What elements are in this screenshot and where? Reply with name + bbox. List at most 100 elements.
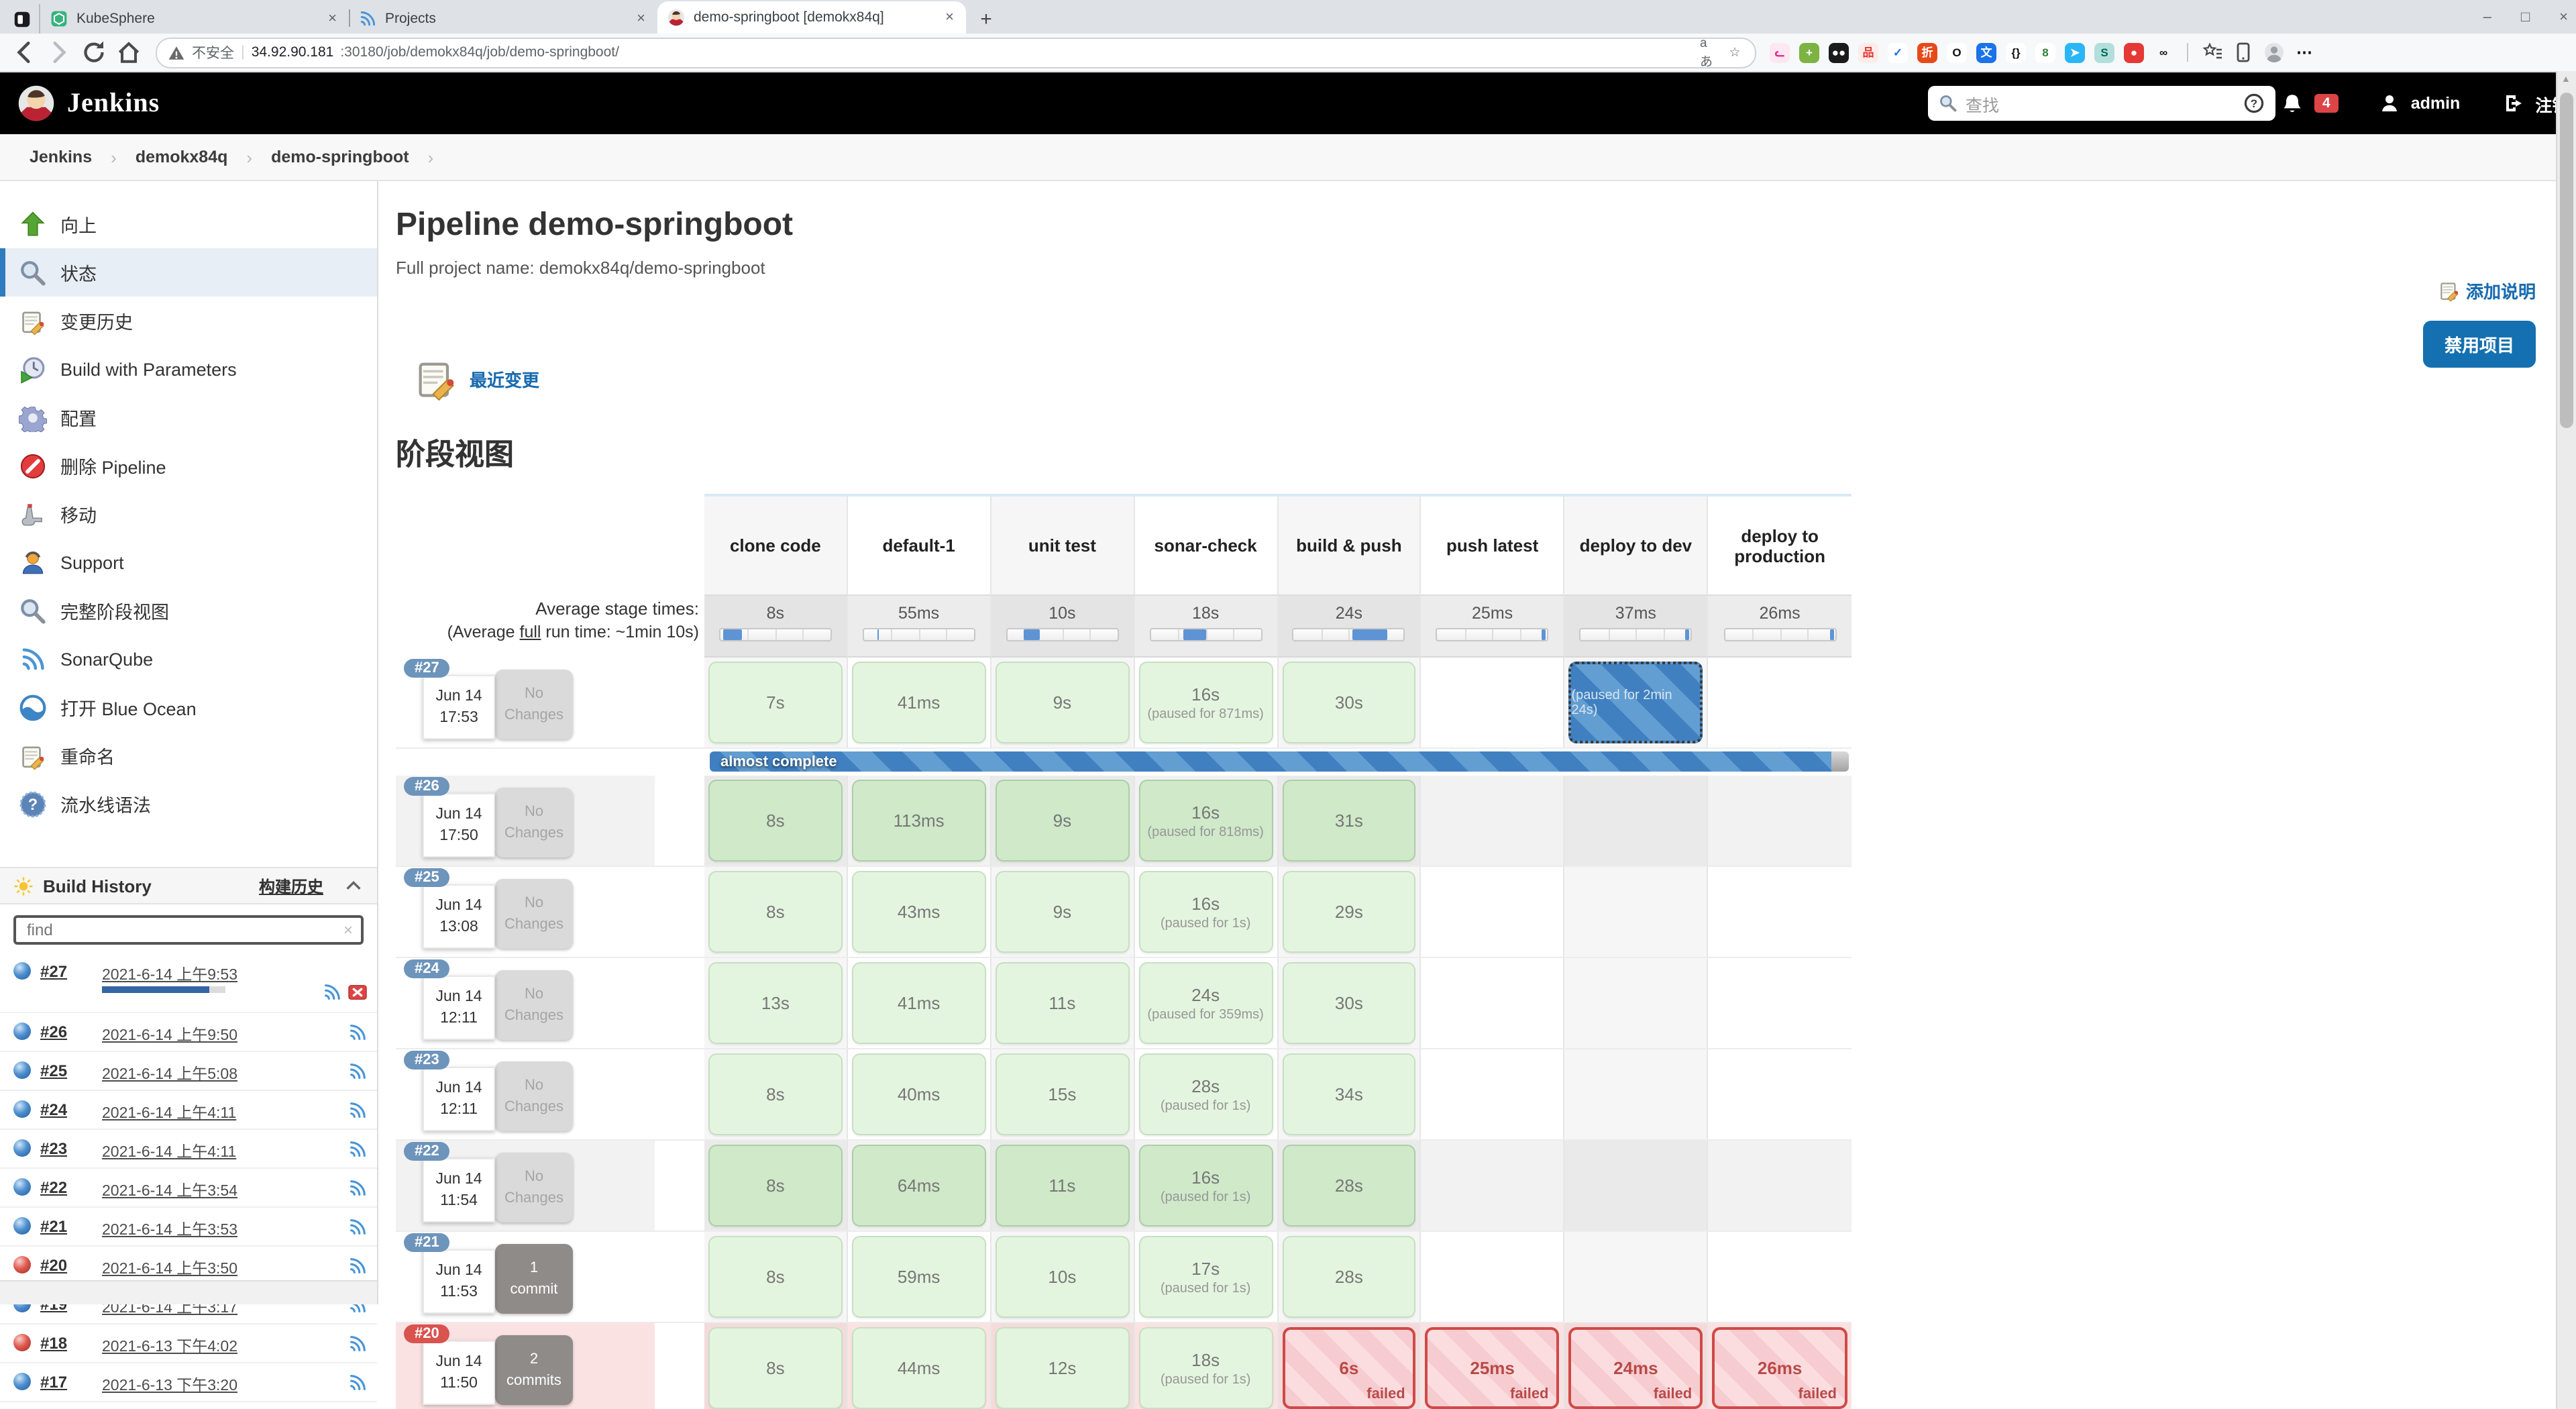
global-search[interactable]: 查找 ? — [1928, 86, 2275, 121]
user-name[interactable]: admin — [2411, 94, 2461, 113]
logout-icon[interactable] — [2503, 93, 2524, 114]
ext-person-icon[interactable]: 8 — [2035, 42, 2055, 62]
build-ball-blue-icon[interactable] — [13, 1373, 31, 1390]
stage-cell-success[interactable]: 113ms — [852, 780, 986, 862]
stage-cell-success[interactable]: 12s — [996, 1327, 1130, 1409]
build-date-link[interactable]: 2021-6-14 上午4:11 — [102, 1102, 236, 1123]
build-id-link[interactable]: #21 — [40, 1217, 67, 1236]
browser-tab[interactable]: demo-springboot [demokx84q]× — [657, 1, 966, 34]
sidebar-item-重命名[interactable]: 重命名 — [0, 731, 377, 780]
stage-cell-success[interactable]: 11s — [996, 962, 1130, 1044]
stage-cell-success[interactable]: 16s(paused for 1s) — [1138, 871, 1273, 953]
search-help-icon[interactable]: ? — [2243, 93, 2265, 114]
build-ball-blue-icon[interactable] — [13, 1178, 31, 1196]
home-icon[interactable] — [113, 36, 145, 68]
build-number-badge[interactable]: #21 — [404, 1233, 450, 1252]
scrollbar-thumb[interactable] — [2560, 93, 2573, 428]
stage-cell-success[interactable]: 10s — [996, 1236, 1130, 1318]
sidebar-item-配置[interactable]: 配置 — [0, 393, 377, 441]
maximize-button[interactable]: □ — [2521, 9, 2530, 25]
build-changes-box[interactable]: NoChanges — [495, 788, 573, 857]
translate-icon[interactable]: aあ — [1700, 43, 1719, 62]
build-history-trend-link[interactable]: 构建历史 — [259, 874, 323, 897]
jenkins-title[interactable]: Jenkins — [67, 88, 160, 119]
stage-cell-success[interactable]: 11s — [996, 1145, 1130, 1227]
sidebar-item-流水线语法[interactable]: ?流水线语法 — [0, 780, 377, 828]
build-date-link[interactable]: 2021-6-14 上午4:11 — [102, 1141, 236, 1162]
stage-cell-success[interactable]: 29s — [1282, 871, 1416, 953]
build-id-link[interactable]: #24 — [40, 1100, 67, 1119]
stage-cell-success[interactable]: 34s — [1282, 1053, 1416, 1135]
build-date-link[interactable]: 2021-6-14 上午3:50 — [102, 1257, 237, 1279]
build-number-badge[interactable]: #26 — [404, 777, 450, 796]
disable-project-button[interactable]: 禁用项目 — [2423, 321, 2536, 368]
build-id-link[interactable]: #17 — [40, 1373, 67, 1392]
sonar-arcs-icon[interactable] — [347, 1217, 368, 1237]
build-date-box[interactable]: Jun 1411:54 — [423, 1158, 495, 1222]
breadcrumb-item[interactable]: demo-springboot — [271, 148, 409, 166]
build-ball-blue-icon[interactable] — [13, 962, 31, 980]
stage-cell-success[interactable]: 64ms — [852, 1145, 986, 1227]
sidebar-item-build-with-parameters[interactable]: Build with Parameters — [0, 345, 377, 393]
close-window-button[interactable]: × — [2559, 9, 2568, 25]
stop-x-icon[interactable] — [347, 982, 368, 1002]
profile-avatar-icon[interactable] — [2263, 42, 2285, 63]
stage-cell-success[interactable]: 8s — [708, 1327, 843, 1409]
stage-cell-failed[interactable]: 25msfailed — [1426, 1327, 1560, 1409]
build-number-badge[interactable]: #25 — [404, 868, 450, 887]
stage-cell-success[interactable]: 8s — [708, 780, 843, 862]
build-date-box[interactable]: Jun 1413:08 — [423, 884, 495, 949]
user-icon[interactable] — [2379, 93, 2400, 114]
stage-cell-failed[interactable]: 24msfailed — [1569, 1327, 1703, 1409]
stage-cell-success[interactable]: 8s — [708, 1145, 843, 1227]
build-number-badge[interactable]: #23 — [404, 1051, 450, 1069]
stage-cell-success[interactable]: 24s(paused for 359ms) — [1138, 962, 1273, 1044]
build-history-item[interactable]: #24 2021-6-14 上午4:11 — [0, 1091, 377, 1130]
clear-find-icon[interactable]: × — [343, 921, 353, 939]
not-secure-warning-icon[interactable] — [168, 44, 185, 61]
build-date-box[interactable]: Jun 1411:53 — [423, 1249, 495, 1314]
sidebar-item-完整阶段视图[interactable]: 完整阶段视图 — [0, 586, 377, 635]
stage-cell-success[interactable]: 28s(paused for 1s) — [1138, 1053, 1273, 1135]
browser-logo-icon[interactable] — [11, 9, 32, 29]
stage-cell-success[interactable]: 8s — [708, 871, 843, 953]
breadcrumb-item[interactable]: Jenkins — [30, 148, 92, 166]
stage-cell-success[interactable]: 16s(paused for 871ms) — [1138, 662, 1273, 743]
ext-copy-icon[interactable]: ➤ — [2065, 42, 2085, 62]
notification-count-badge[interactable]: 4 — [2314, 94, 2339, 113]
build-ball-blue-icon[interactable] — [13, 1139, 31, 1157]
add-description-link[interactable]: 添加说明 — [2438, 278, 2536, 303]
sidebar-item-删除-pipeline[interactable]: 删除 Pipeline — [0, 441, 377, 490]
build-date-link[interactable]: 2021-6-13 下午4:02 — [102, 1335, 237, 1357]
build-date-box[interactable]: Jun 1411:50 — [423, 1341, 495, 1405]
build-date-link[interactable]: 2021-6-14 上午5:08 — [102, 1063, 237, 1084]
build-ball-red-icon[interactable] — [13, 1334, 31, 1351]
build-date-box[interactable]: Jun 1417:53 — [423, 675, 495, 739]
sidebar-item-sonarqube[interactable]: SonarQube — [0, 635, 377, 683]
build-changes-box[interactable]: NoChanges — [495, 879, 573, 949]
stage-cell-success[interactable]: 40ms — [852, 1053, 986, 1135]
ext-zhe-icon[interactable]: 折 — [1917, 42, 1937, 62]
build-id-link[interactable]: #25 — [40, 1061, 67, 1080]
stage-cell-success[interactable]: 31s — [1282, 780, 1416, 862]
browser-tab[interactable]: Projects× — [349, 3, 657, 34]
build-ball-blue-icon[interactable] — [13, 1217, 31, 1235]
build-changes-box[interactable]: NoChanges — [495, 1061, 573, 1131]
sonar-arcs-icon[interactable] — [347, 1100, 368, 1120]
forward-icon[interactable] — [43, 36, 75, 68]
build-id-link[interactable]: #23 — [40, 1139, 67, 1158]
sonar-arcs-icon[interactable] — [347, 1178, 368, 1198]
build-date-link[interactable]: 2021-6-14 上午9:53 — [102, 963, 237, 985]
ext-trans-icon[interactable]: 文 — [1976, 42, 1996, 62]
sidebar-item-打开-blue-ocean[interactable]: 打开 Blue Ocean — [0, 683, 377, 731]
minimize-button[interactable]: – — [2483, 9, 2491, 25]
build-history-item[interactable]: #222021-6-14 上午3:54 — [0, 1169, 377, 1208]
build-id-link[interactable]: #26 — [40, 1023, 67, 1041]
stage-cell-success[interactable]: 41ms — [852, 962, 986, 1044]
stage-cell-success[interactable]: 9s — [996, 780, 1130, 862]
build-history-item[interactable]: #212021-6-14 上午3:53 — [0, 1208, 377, 1247]
stage-cell-success[interactable]: 17s(paused for 1s) — [1138, 1236, 1273, 1318]
stage-cell-success[interactable]: 41ms — [852, 662, 986, 743]
build-changes-box[interactable]: NoChanges — [495, 1153, 573, 1222]
stage-cell-success[interactable]: 9s — [996, 662, 1130, 743]
